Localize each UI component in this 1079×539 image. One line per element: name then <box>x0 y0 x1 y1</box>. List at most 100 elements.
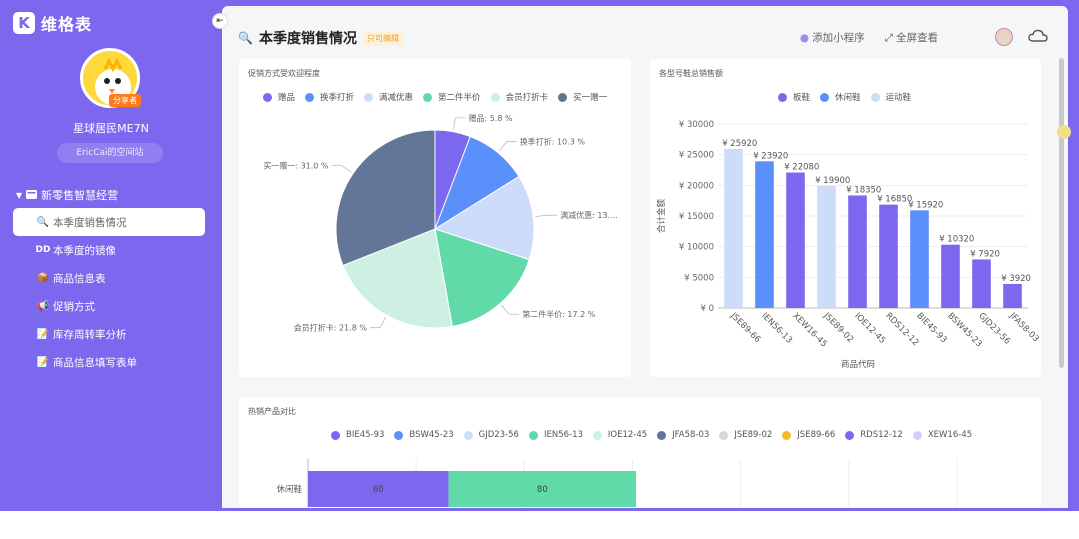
app-logo[interactable]: K 维格表 <box>13 11 92 35</box>
bar[interactable] <box>1003 283 1022 308</box>
pie-label-line <box>331 165 352 173</box>
pie-label-line <box>498 141 517 152</box>
bar-value-label: 60 <box>373 485 384 495</box>
pie-slice-label: 会员打折卡: 21.8 % <box>294 323 368 333</box>
pie-chart-card: 促销方式受欢迎程度 赠品 换季打折 满减优惠 第二件半价 会员打折卡 买一赠一 … <box>239 59 631 377</box>
y-tick-label: ¥ 30000 <box>679 120 714 130</box>
pie-slice-label: 买一赠一: 31.0 % <box>263 160 329 170</box>
mirror-icon: DD <box>35 245 51 255</box>
y-tick-label: ¥ 10000 <box>679 243 714 253</box>
nav-item-form[interactable]: 📝 商品信息填写表单 <box>13 348 205 376</box>
y-tick-label: ¥ 15000 <box>679 212 714 222</box>
fullscreen-button[interactable]: ⤢ 全屏查看 <box>885 30 938 45</box>
bar-chart: ¥ 0 ¥ 5000 ¥ 10000 ¥ 15000 ¥ 20000 ¥ 25000 ¥ 3… <box>656 120 1041 370</box>
bar-value-label: 80 <box>537 485 548 495</box>
cloud-icon[interactable] <box>1028 28 1048 44</box>
bar[interactable] <box>910 210 929 308</box>
y-tick-label: ¥ 0 <box>700 304 714 314</box>
space-button[interactable]: EricCai的空间站 <box>57 143 163 163</box>
bar-value-label: ¥ 7920 <box>970 249 1000 259</box>
cursor-highlight <box>1057 125 1071 139</box>
hot-products-card: 热销产品对比 BIE45-93 BSW45-23 GJD23-56 IEN56-13 I… <box>239 397 1041 508</box>
page-title: 本季度销售情况 <box>258 31 357 47</box>
bar[interactable] <box>817 185 836 308</box>
bar[interactable] <box>848 195 867 308</box>
bar-value-label: ¥ 19900 <box>815 176 850 186</box>
search-icon: 🔍 <box>36 216 50 228</box>
bar[interactable] <box>972 259 991 308</box>
pie-slice-label: 换季打折: 10.3 % <box>520 137 586 147</box>
bar[interactable] <box>755 161 774 308</box>
nav-item-label: 本季度销售情况 <box>53 216 127 229</box>
nav-group-label: 新零售智慧经营 <box>41 189 119 202</box>
bottom-strip <box>0 511 1079 539</box>
bar-value-label: ¥ 3920 <box>1001 274 1031 284</box>
app-name: 维格表 <box>41 15 93 34</box>
permission-badge: 只可编辑 <box>362 30 403 46</box>
dashboard: 🔍 本季度销售情况 只可编辑 ● 添加小程序 ⤢ 全屏查看 促销方式受欢迎程度 赠品… <box>222 6 1068 508</box>
megaphone-icon: 📢 <box>36 300 50 312</box>
x-tick-label: IEN56-13 <box>759 311 794 346</box>
nav-item-promotion[interactable]: 📢 促销方式 <box>13 292 205 320</box>
y-tick-label: ¥ 20000 <box>679 181 714 191</box>
pie-slice-label: 赠品: 5.8 % <box>468 113 513 123</box>
pie-slice-label: 满减优惠: 13.... <box>560 210 618 220</box>
nav-item-inventory[interactable]: 📝 库存周转率分析 <box>13 320 205 348</box>
nav-list: 🔍 本季度销售情况 DD 本季度的镜像 📦 商品信息表 📢 促销方式 📝 库存周… <box>13 208 205 376</box>
bar-chart-card: 各型号鞋总销售额 板鞋 休闲鞋 运动鞋 ¥ 0 ¥ 5000 ¥ 10000 ¥ 15… <box>650 59 1041 377</box>
add-mini-program-label: 添加小程序 <box>812 32 865 44</box>
nav-item-label: 库存周转率分析 <box>53 328 127 341</box>
y-tick-label: ¥ 5000 <box>684 273 714 283</box>
y-tick-label: ¥ 25000 <box>679 151 714 161</box>
memo-icon: 📝 <box>36 328 50 340</box>
package-icon: 📦 <box>36 272 50 284</box>
search-icon: 🔍 <box>238 31 253 45</box>
expand-icon: ⤢ <box>884 32 893 44</box>
header-actions: ● 添加小程序 ⤢ 全屏查看 <box>800 30 938 45</box>
bar[interactable] <box>879 204 898 308</box>
x-axis-title: 商品代码 <box>841 359 875 370</box>
collaborator-avatar[interactable] <box>995 28 1013 46</box>
nav-item-sales[interactable]: 🔍 本季度销售情况 <box>13 208 205 236</box>
add-mini-program-button[interactable]: ● 添加小程序 <box>800 30 865 45</box>
nav-item-label: 促销方式 <box>53 300 95 313</box>
add-circle-icon: ● <box>799 32 810 44</box>
y-axis-title: 合计金额 <box>656 199 667 234</box>
username: 星球居民ME7N <box>73 122 149 135</box>
bar[interactable] <box>724 149 743 308</box>
sidebar: K 维格表 分享者 星球居民ME7N EricCai的空间站 ▼ 新零售智慧经营… <box>0 0 222 511</box>
nav-item-label: 商品信息表 <box>53 272 106 285</box>
nav-item-label: 商品信息填写表单 <box>53 356 137 369</box>
caret-down-icon: ▼ <box>16 190 23 200</box>
scrollbar[interactable] <box>1059 58 1064 368</box>
bar-value-label: ¥ 22080 <box>784 163 819 173</box>
bar-value-label: ¥ 15920 <box>908 200 943 210</box>
bar-value-label: ¥ 10320 <box>939 235 974 245</box>
nav-item-label: 本季度的镜像 <box>53 244 116 257</box>
x-tick-label: JSE89-66 <box>728 310 763 345</box>
fullscreen-label: 全屏查看 <box>896 32 938 44</box>
bar-value-label: ¥ 23920 <box>753 151 788 161</box>
pie-label-line <box>369 317 387 329</box>
hot-products-chart: 休闲鞋 60 80 <box>276 459 958 508</box>
pie-chart: 赠品: 5.8 % 换季打折: 10.3 % 满减优惠: 13.... 第二件半价: … <box>263 113 618 333</box>
bar-value-label: ¥ 18350 <box>846 185 881 195</box>
pie-slice-label: 第二件半价: 17.2 % <box>522 309 596 319</box>
collapse-sidebar-icon[interactable]: ⇤ <box>212 13 228 29</box>
logo-icon: K <box>13 12 35 34</box>
y-tick-label: 休闲鞋 <box>276 484 302 495</box>
pie-label-line <box>535 214 558 218</box>
folder-icon <box>26 189 38 202</box>
pie-label-line <box>501 304 520 315</box>
bar[interactable] <box>941 244 960 308</box>
bar-value-label: ¥ 25920 <box>722 139 757 149</box>
nav-item-products[interactable]: 📦 商品信息表 <box>13 264 205 292</box>
sharer-badge: 分享者 <box>109 94 141 107</box>
bar-value-label: ¥ 16850 <box>877 195 912 205</box>
memo-icon: 📝 <box>36 356 50 368</box>
bar[interactable] <box>786 172 805 308</box>
page-header: 🔍 本季度销售情况 只可编辑 <box>238 28 403 48</box>
nav-item-mirror[interactable]: DD 本季度的镜像 <box>13 236 205 264</box>
nav-group-header[interactable]: ▼ 新零售智慧经营 <box>16 187 118 203</box>
x-tick-label: IOE12-45 <box>852 311 887 346</box>
